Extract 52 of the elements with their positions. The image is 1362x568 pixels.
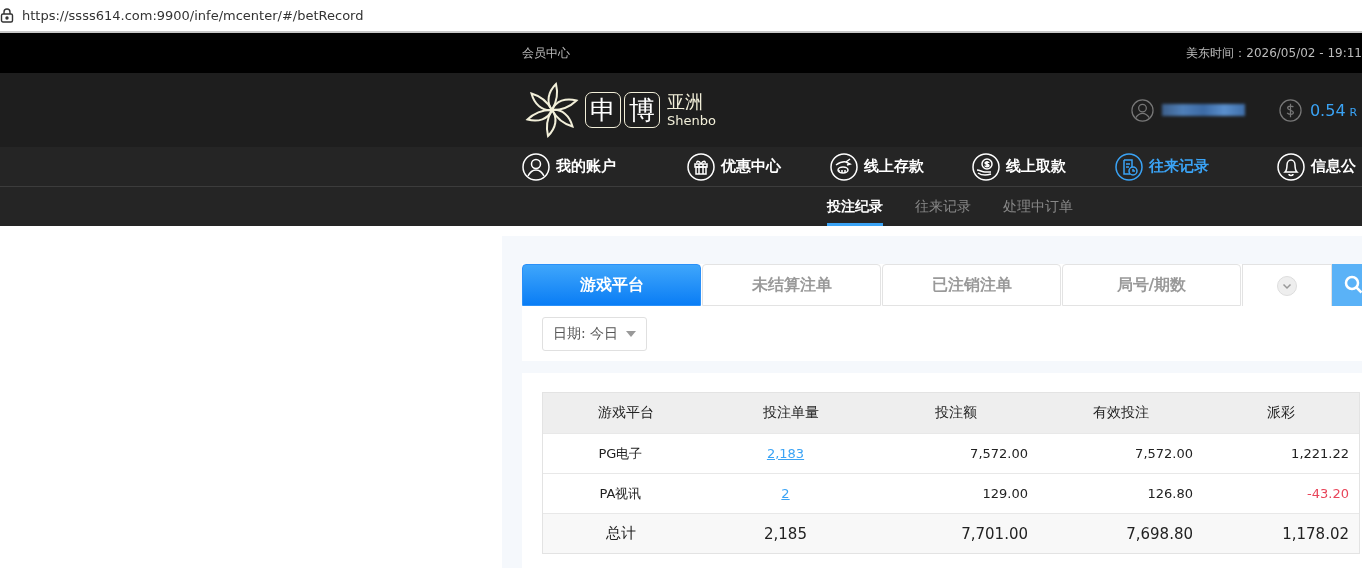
nav-link[interactable]: 往来记录 [1115, 152, 1277, 181]
total-bet-cell-text: 7,701.00 [960, 523, 1029, 545]
user-icon [522, 152, 550, 181]
caret-icon [626, 331, 637, 337]
logo-character: 博 [624, 92, 660, 128]
search-icon [1344, 275, 1362, 295]
logo-latin-name: Shenbo [667, 114, 716, 127]
column-header: 游戏平台 [596, 403, 655, 422]
nav-link[interactable]: 信息公 [1277, 152, 1356, 181]
column-header: 投注额 [933, 403, 978, 422]
valid-bet-cell-text: 126.80 [1146, 485, 1194, 503]
member-center-title: 会员中心 [522, 44, 570, 62]
gift-icon [687, 152, 715, 181]
user-icon [1130, 98, 1154, 122]
chevron-down-icon[interactable] [1277, 275, 1297, 296]
balance-amount: 0.54 R [1309, 100, 1358, 120]
sub-nav-tab[interactable]: 投注纪录 [827, 187, 883, 226]
address-bar-url[interactable]: https://ssss614.com:9900/infe/mcenter/#/betRecord [22, 8, 364, 23]
nav-link[interactable]: 线上存款 [830, 152, 972, 181]
filter-tab[interactable]: 游戏平台 [522, 264, 701, 306]
column-header: 有效投注 [1091, 403, 1150, 422]
hand-coin-icon [830, 152, 858, 181]
nav-link[interactable]: 我的账户 [522, 152, 687, 181]
filter-tab[interactable]: 局号/期数 [1062, 264, 1241, 306]
valid-bet-cell-text: 7,572.00 [1134, 445, 1194, 463]
platform-cell-text: PA视讯 [598, 484, 643, 503]
sub-nav-tab[interactable]: 往来记录 [915, 187, 971, 226]
payout-cell-text: 1,221.22 [1290, 445, 1350, 463]
lock-icon [0, 8, 14, 23]
us-east-time: 美东时间：2026/05/02 - 19:11 [1186, 44, 1362, 62]
hand-dollar-icon [972, 152, 1000, 181]
total-payout-cell-text: 1,178.02 [1281, 523, 1350, 545]
column-header: 投注单量 [761, 403, 820, 422]
date-dropdown[interactable]: 日期: 今日 [542, 317, 648, 351]
payout-cell-text: -43.20 [1306, 485, 1350, 503]
logo-character: 申 [585, 92, 621, 128]
logo-name: 亚洲 [667, 93, 704, 111]
filter-tab[interactable]: 已注销注单 [882, 264, 1061, 306]
column-header: 派彩 [1266, 403, 1296, 422]
dollar-icon [1278, 98, 1302, 122]
sub-nav-tab[interactable]: 处理中订单 [1003, 187, 1073, 226]
total-valid-cell-text: 7,698.80 [1125, 523, 1194, 545]
total-count-cell-text: 2,185 [763, 523, 808, 545]
bet-amount-cell-text: 129.00 [981, 485, 1029, 503]
bet-amount-cell-text: 7,572.00 [969, 445, 1029, 463]
document-clock-icon [1115, 152, 1143, 181]
bell-icon [1277, 152, 1305, 181]
platform-cell-text: PG电子 [597, 444, 644, 463]
nav-link[interactable]: 线上取款 [972, 152, 1115, 181]
filter-tab[interactable]: 未结算注单 [702, 264, 881, 306]
nav-link[interactable]: 优惠中心 [687, 152, 830, 181]
total-label: 总计 [604, 523, 637, 544]
